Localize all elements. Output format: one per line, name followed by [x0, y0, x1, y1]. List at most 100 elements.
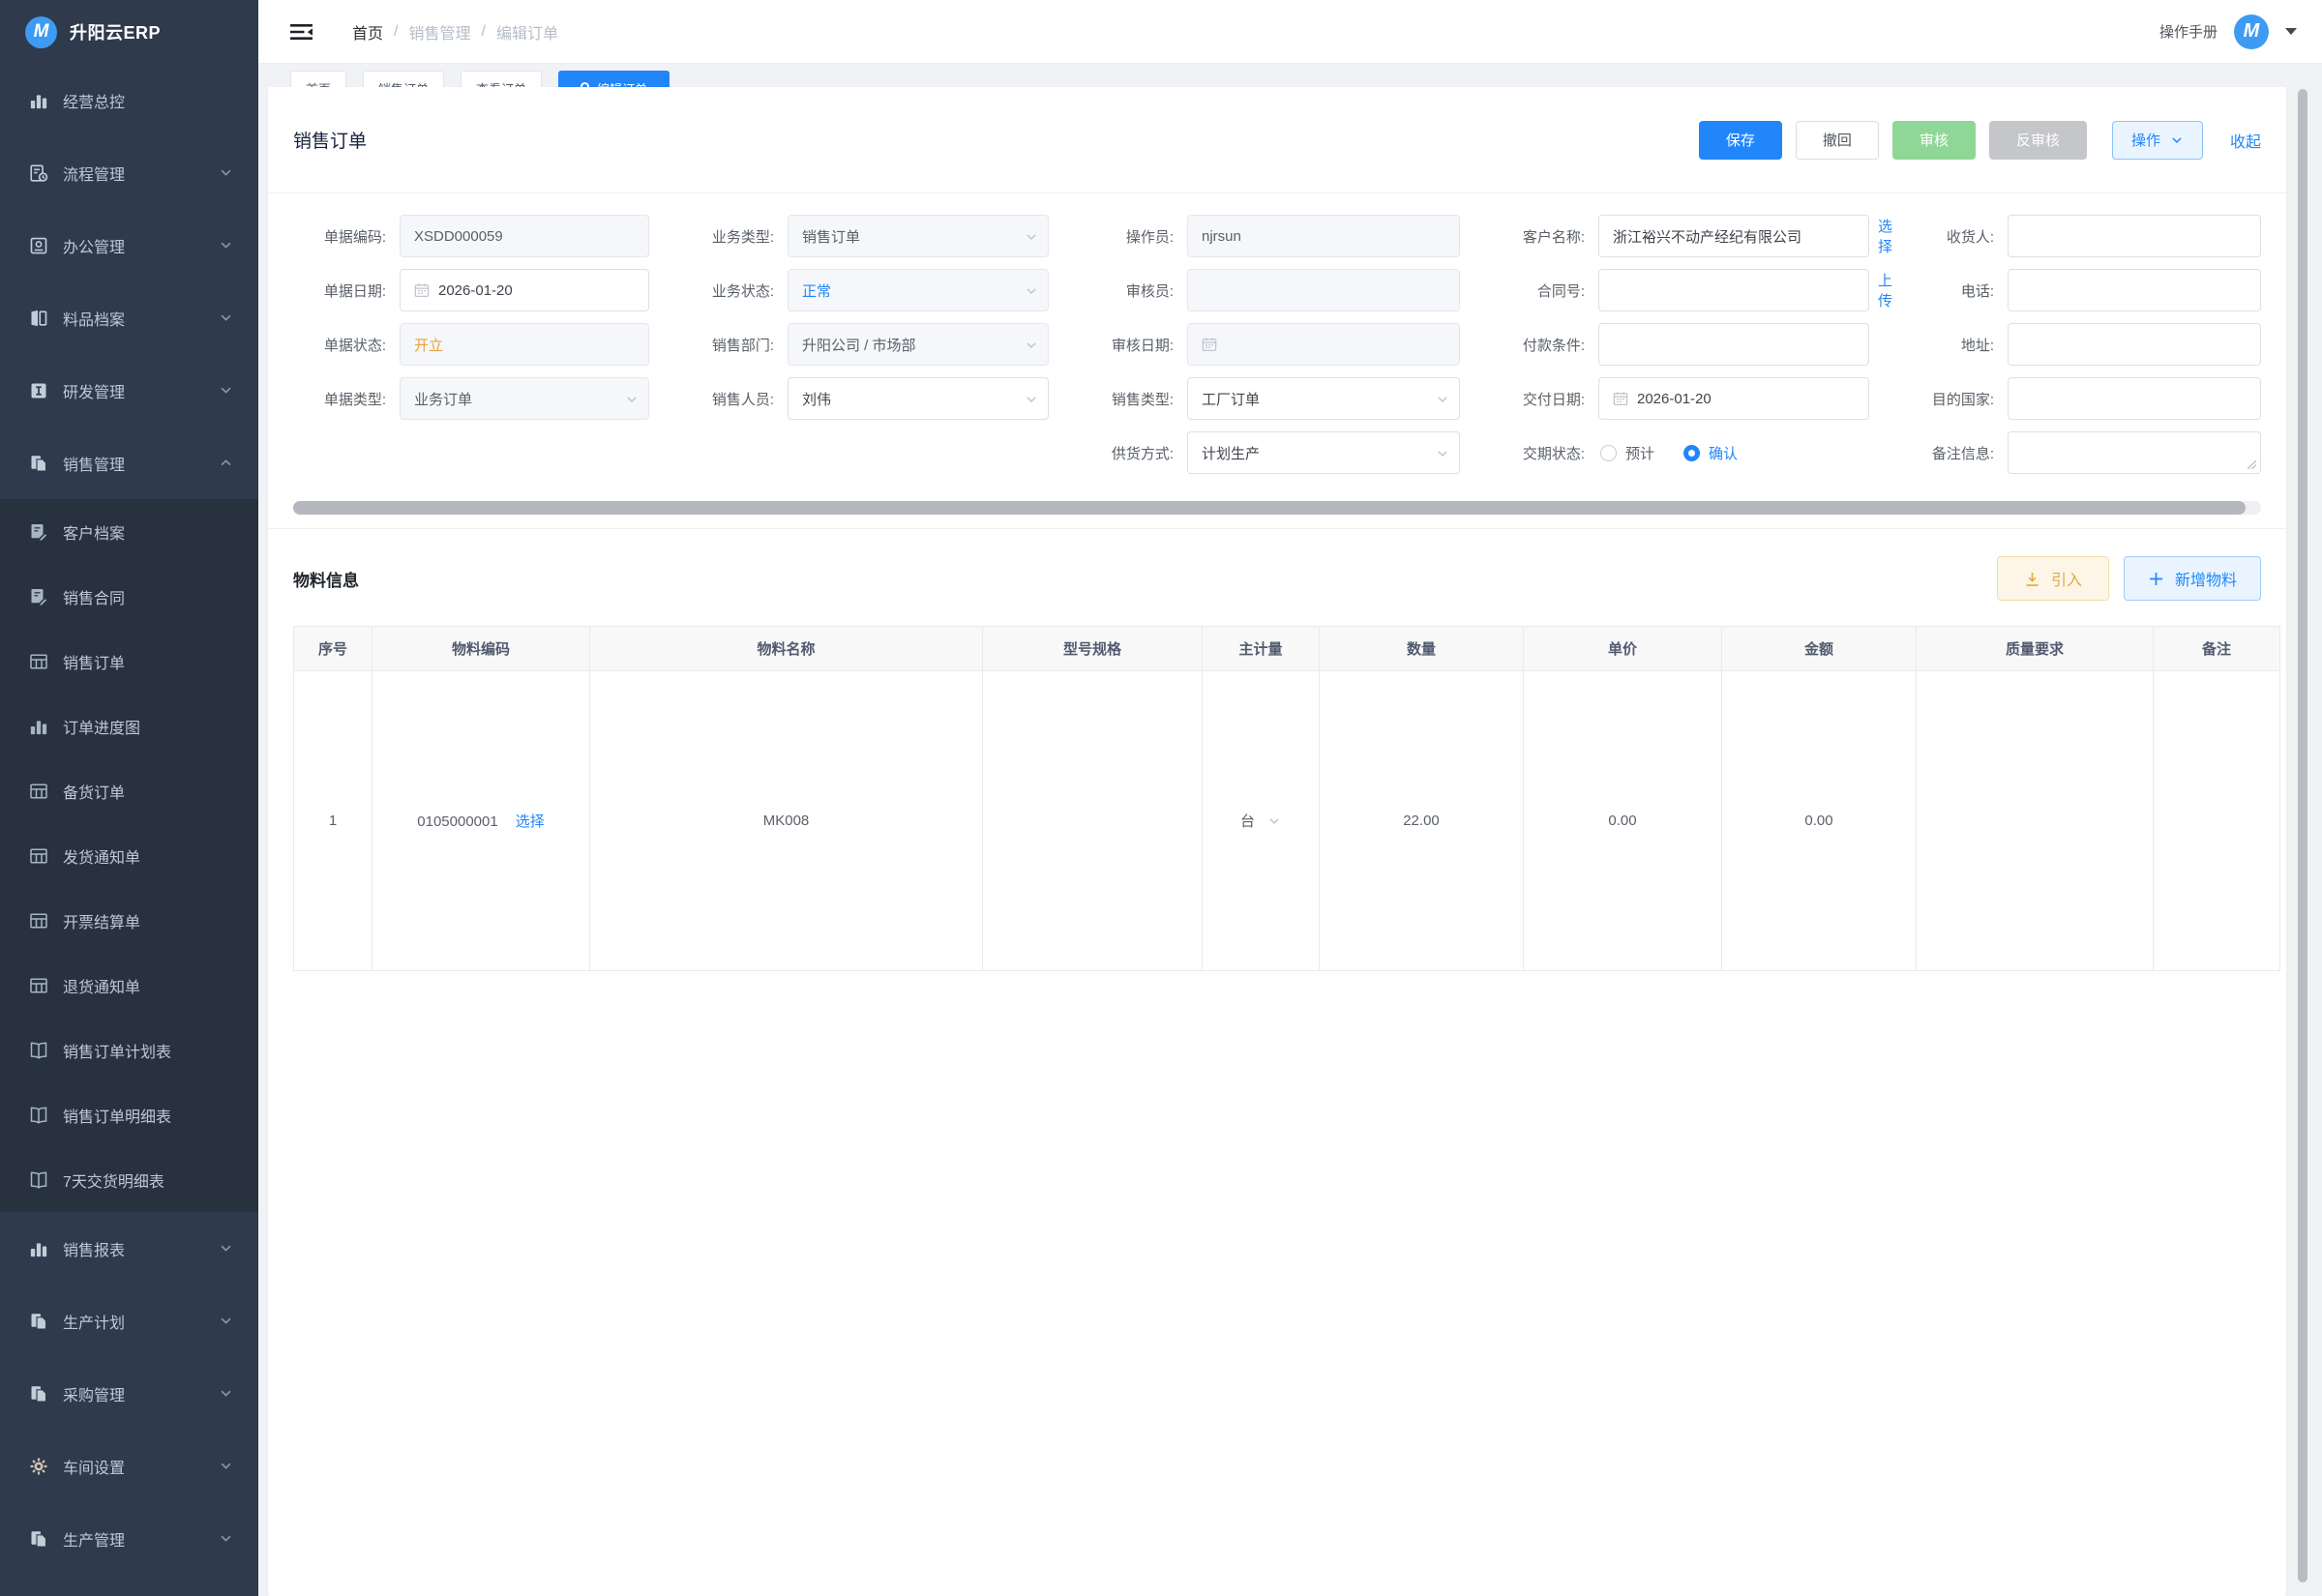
sidebar-item-processing-workshop[interactable]: 加工车间: [0, 1575, 258, 1596]
doc-code-input[interactable]: XSDD000059: [400, 215, 649, 257]
biz-status-value: 正常: [802, 281, 831, 301]
field-auditor: 审核员:: [1081, 269, 1460, 311]
remark-input[interactable]: [2008, 431, 2261, 474]
sidebar-item-shipping-notice[interactable]: 发货通知单: [0, 823, 258, 888]
sidebar-item-process-mgmt[interactable]: 流程管理: [0, 136, 258, 209]
tab-view-order[interactable]: 查看订单: [461, 71, 542, 88]
field-consignee: 收货人:: [1901, 215, 2261, 257]
horizontal-scrollbar[interactable]: [293, 501, 2261, 515]
table-header-9: 备注: [2154, 627, 2280, 671]
sidebar-item-label: 备货订单: [63, 780, 233, 803]
sidebar-item-customer-archive[interactable]: 客户档案: [0, 499, 258, 564]
field-doc-type: 单据类型:业务订单: [293, 377, 649, 420]
avatar[interactable]: M: [2234, 15, 2269, 49]
actions-dropdown-button[interactable]: 操作: [2112, 121, 2203, 160]
horizontal-scrollbar-thumb[interactable]: [293, 501, 2246, 515]
chevron-down-icon: [219, 1531, 233, 1546]
contract-no-side-link[interactable]: 上传: [1878, 271, 1894, 311]
customer-name-side-link[interactable]: 选择: [1878, 217, 1894, 257]
caret-down-icon[interactable]: [2285, 28, 2297, 35]
chevron-down-icon: [219, 238, 233, 252]
sidebar-item-label: 料品档案: [63, 307, 219, 330]
open-book-icon: [29, 1041, 48, 1060]
phone-input[interactable]: [2008, 269, 2261, 311]
menu-fold-icon[interactable]: [290, 23, 313, 41]
unit-select[interactable]: 台: [1240, 811, 1281, 831]
table-header-2: 物料名称: [590, 627, 983, 671]
app-logo: M 升阳云ERP: [0, 0, 258, 64]
sidebar-item-label: 生产计划: [63, 1310, 219, 1333]
sidebar-item-stock-order[interactable]: 备货订单: [0, 758, 258, 823]
table-header-6: 单价: [1524, 627, 1722, 671]
vertical-scrollbar-thumb[interactable]: [2298, 89, 2307, 1582]
panel-header: 销售订单 保存 撤回 审核 反审核 操作 收起: [268, 87, 2286, 193]
chevron-down-icon: [625, 393, 639, 406]
biz-type-input[interactable]: 销售订单: [788, 215, 1049, 257]
pages-icon: [29, 1312, 48, 1331]
doc-status-input[interactable]: 开立: [400, 323, 649, 366]
sidebar-item-workshop-settings[interactable]: 车间设置: [0, 1430, 258, 1502]
sidebar-item-business-overview[interactable]: 经营总控: [0, 64, 258, 136]
sales-type-input[interactable]: 工厂订单: [1187, 377, 1460, 420]
doc-date-input[interactable]: 2026-01-20: [400, 269, 649, 311]
dest-country-input[interactable]: [2008, 377, 2261, 420]
unaudit-button[interactable]: 反审核: [1989, 121, 2087, 160]
contract-no-input[interactable]: 上传: [1598, 269, 1869, 311]
sidebar-item-production-mgmt[interactable]: 生产管理: [0, 1502, 258, 1575]
sidebar-item-production-plan[interactable]: 生产计划: [0, 1285, 258, 1357]
manual-link[interactable]: 操作手册: [2159, 21, 2218, 42]
sidebar-item-7day-delivery-report[interactable]: 7天交货明细表: [0, 1147, 258, 1212]
doc-type-input[interactable]: 业务订单: [400, 377, 649, 420]
payment-terms-input[interactable]: [1598, 323, 1869, 366]
audit-button[interactable]: 审核: [1892, 121, 1976, 160]
sidebar-item-purchase-mgmt[interactable]: 采购管理: [0, 1357, 258, 1430]
delivery-date-input[interactable]: 2026-01-20: [1598, 377, 1869, 420]
sidebar-item-sales-order-plan-report[interactable]: 销售订单计划表: [0, 1018, 258, 1082]
sidebar-item-invoice-settlement[interactable]: 开票结算单: [0, 888, 258, 953]
sidebar-item-materials-archive[interactable]: 料品档案: [0, 281, 258, 354]
chevron-down-icon: [1025, 339, 1038, 352]
sidebar-item-rnd-mgmt[interactable]: 研发管理: [0, 354, 258, 427]
doc-date-value: 2026-01-20: [438, 282, 513, 299]
sidebar-item-sales-mgmt[interactable]: 销售管理: [0, 427, 258, 499]
collapse-link[interactable]: 收起: [2230, 129, 2261, 152]
material-select-link[interactable]: 选择: [516, 813, 545, 830]
sidebar-item-sales-report[interactable]: 销售报表: [0, 1212, 258, 1285]
sales-person-input[interactable]: 刘伟: [788, 377, 1049, 420]
sidebar-item-sales-contract[interactable]: 销售合同: [0, 564, 258, 629]
add-material-button[interactable]: 新增物料: [2124, 556, 2261, 601]
sidebar-item-return-notice[interactable]: 退货通知单: [0, 953, 258, 1018]
sidebar-item-sales-order[interactable]: 销售订单: [0, 629, 258, 694]
chevron-up-icon: [219, 456, 233, 470]
delivery-status-radio-1[interactable]: 确认: [1683, 443, 1738, 463]
payment-terms-label: 付款条件:: [1492, 335, 1585, 355]
field-supply-mode: 供货方式:计划生产: [1081, 431, 1460, 474]
address-input[interactable]: [2008, 323, 2261, 366]
withdraw-button[interactable]: 撤回: [1796, 121, 1879, 160]
breadcrumb-item[interactable]: 销售管理: [408, 20, 470, 44]
sidebar-item-office-mgmt[interactable]: 办公管理: [0, 209, 258, 281]
import-button[interactable]: 引入: [1997, 556, 2109, 601]
operator-input[interactable]: njrsun: [1187, 215, 1460, 257]
sidebar-item-sales-order-detail-report[interactable]: 销售订单明细表: [0, 1082, 258, 1147]
tab-home[interactable]: 首页: [290, 71, 346, 88]
breadcrumb-item[interactable]: 首页: [352, 20, 383, 44]
delivery-status-radio-0[interactable]: 预计: [1600, 443, 1654, 463]
tab-edit-order[interactable]: 编辑订单: [558, 71, 670, 88]
sales-dept-input[interactable]: 升阳公司 / 市场部: [788, 323, 1049, 366]
doc-date-label: 单据日期:: [293, 281, 386, 301]
field-operator: 操作员:njrsun: [1081, 215, 1460, 257]
sidebar-item-order-progress-chart[interactable]: 订单进度图: [0, 694, 258, 758]
breadcrumb-item[interactable]: 编辑订单: [496, 20, 558, 44]
biz-status-input[interactable]: 正常: [788, 269, 1049, 311]
vertical-scrollbar[interactable]: [2295, 87, 2310, 1596]
audit-date-input[interactable]: [1187, 323, 1460, 366]
consignee-input[interactable]: [2008, 215, 2261, 257]
chevron-down-icon: [1436, 393, 1449, 406]
sidebar-menu: 经营总控流程管理办公管理料品档案研发管理销售管理客户档案销售合同销售订单订单进度…: [0, 64, 258, 1596]
tab-sales-order[interactable]: 销售订单: [363, 71, 444, 88]
supply-mode-input[interactable]: 计划生产: [1187, 431, 1460, 474]
auditor-input[interactable]: [1187, 269, 1460, 311]
customer-name-input[interactable]: 浙江裕兴不动产经纪有限公司选择: [1598, 215, 1869, 257]
save-button[interactable]: 保存: [1699, 121, 1782, 160]
